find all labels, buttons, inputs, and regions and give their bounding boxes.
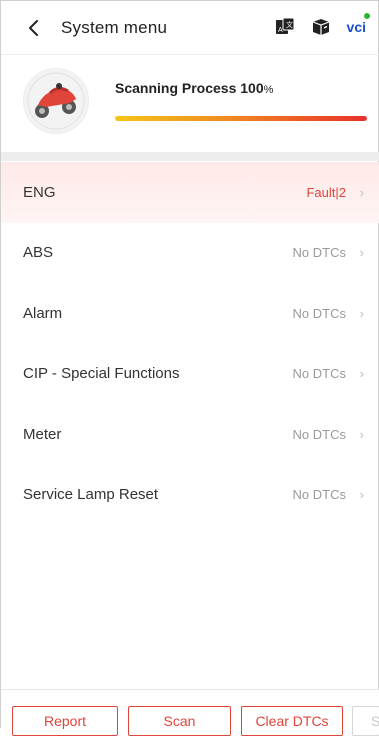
scan-progress-label: Scanning Process 100 (115, 80, 264, 96)
system-name: ABS (23, 244, 54, 262)
system-row-abs[interactable]: ABS No DTCs › (1, 223, 379, 284)
chevron-right-icon: › (359, 366, 364, 382)
top-bar: System menu A 文 vci (1, 1, 379, 55)
vci-connection-icon[interactable]: vci (346, 13, 370, 37)
system-name: Alarm (23, 304, 63, 322)
system-name: ENG (23, 183, 56, 201)
vci-status-dot (364, 13, 370, 19)
system-list: ENG Fault|2 › ABS No DTCs › Alarm No DTC… (1, 162, 379, 525)
chevron-right-icon: › (359, 245, 364, 261)
system-status: Fault|2 (306, 184, 346, 200)
svg-text:A: A (278, 27, 283, 34)
system-row-alarm[interactable]: Alarm No DTCs › (1, 283, 379, 344)
chevron-right-icon: › (359, 426, 364, 442)
scan-progress-text: Scanning Process 100% (115, 80, 273, 96)
bottom-action-bar: Report Scan Clear DTCs S (1, 689, 379, 736)
system-row-eng[interactable]: ENG Fault|2 › (1, 162, 379, 223)
system-name: CIP - Special Functions (23, 365, 180, 383)
back-arrow-icon[interactable] (25, 19, 43, 37)
system-status: No DTCs (292, 426, 346, 442)
scan-progress-bar (115, 116, 367, 121)
partial-action-button[interactable]: S (352, 706, 379, 736)
scan-progress-fill (115, 116, 367, 121)
section-divider (1, 152, 379, 161)
translate-icon[interactable]: A 文 (275, 17, 295, 37)
chevron-right-icon: › (359, 184, 364, 200)
page-title: System menu (61, 17, 168, 37)
package-icon[interactable] (311, 17, 331, 37)
clear-dtcs-button[interactable]: Clear DTCs (241, 706, 343, 736)
motorcycle-icon (23, 68, 89, 134)
system-name: Service Lamp Reset (23, 486, 159, 504)
scan-button[interactable]: Scan (128, 706, 231, 736)
system-status: No DTCs (292, 366, 346, 382)
vci-label: vci (346, 19, 366, 35)
system-row-service-lamp-reset[interactable]: Service Lamp Reset No DTCs › (1, 465, 379, 526)
system-status: No DTCs (292, 487, 346, 503)
system-status: No DTCs (292, 245, 346, 261)
chevron-right-icon: › (359, 487, 364, 503)
system-name: Meter (23, 425, 62, 443)
svg-text:文: 文 (286, 20, 293, 29)
chevron-right-icon: › (359, 305, 364, 321)
system-row-cip-special-functions[interactable]: CIP - Special Functions No DTCs › (1, 344, 379, 405)
scan-percent-sign: % (263, 84, 274, 96)
system-row-meter[interactable]: Meter No DTCs › (1, 404, 379, 465)
system-status: No DTCs (292, 305, 346, 321)
header-actions: A 文 vci (275, 13, 370, 37)
report-button[interactable]: Report (12, 706, 118, 736)
scan-status-panel: Scanning Process 100% (1, 56, 379, 152)
